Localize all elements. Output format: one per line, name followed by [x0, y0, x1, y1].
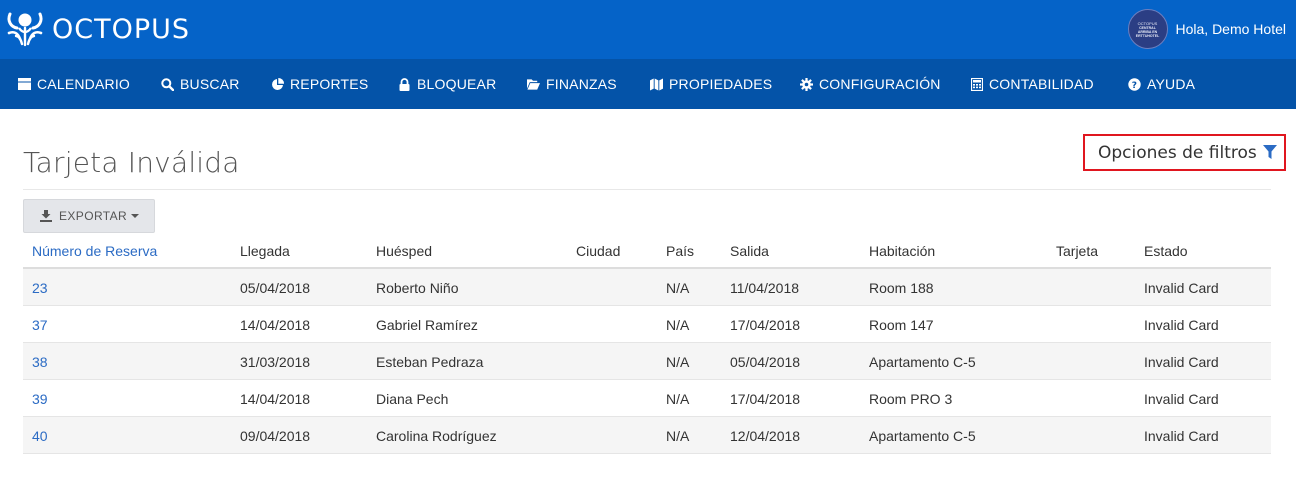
- search-icon: [161, 77, 174, 91]
- column-header-pais: País: [666, 242, 695, 259]
- main-nav: CALENDARIO BUSCAR REPORTES BLOQUEAR FINA…: [0, 59, 1296, 109]
- table-row: 37 14/04/2018 Gabriel Ramírez N/A 17/04/…: [23, 306, 1271, 343]
- nav-item-buscar[interactable]: BUSCAR: [161, 59, 240, 109]
- page-title: Tarjeta Inválida: [23, 146, 240, 179]
- status: Invalid Card: [1144, 390, 1219, 407]
- avatar-line: ERTTUHOTEL: [1135, 33, 1160, 38]
- table-header: Número de Reserva Llegada Huésped Ciudad…: [23, 232, 1271, 269]
- guest-name: Gabriel Ramírez: [376, 316, 478, 333]
- column-header-habitacion: Habitación: [869, 242, 936, 259]
- map-icon: [650, 77, 663, 91]
- chevron-down-icon: [131, 214, 140, 218]
- nav-label: CONFIGURACIÓN: [819, 76, 941, 92]
- status: Invalid Card: [1144, 279, 1219, 296]
- header-divider: [23, 189, 1271, 190]
- nav-label: CONTABILIDAD: [989, 76, 1094, 92]
- reservation-number-link[interactable]: 39: [32, 380, 48, 417]
- download-icon: [40, 210, 52, 222]
- column-header-llegada: Llegada: [240, 242, 290, 259]
- room: Room PRO 3: [869, 390, 953, 407]
- folder-open-icon: [527, 78, 540, 91]
- arrival-date: 05/04/2018: [240, 279, 311, 296]
- avatar[interactable]: OCTOPUS CENTRAL ARRIBA EN ERTTUHOTEL: [1127, 9, 1168, 49]
- arrival-date: 09/04/2018: [240, 427, 311, 444]
- column-header-numero-reserva[interactable]: Número de Reserva: [32, 232, 157, 269]
- user-menu[interactable]: OCTOPUS CENTRAL ARRIBA EN ERTTUHOTEL Hol…: [1127, 8, 1287, 50]
- nav-label: REPORTES: [290, 76, 369, 92]
- departure-date: 12/04/2018: [730, 427, 801, 444]
- column-header-huesped: Huésped: [376, 242, 433, 259]
- guest-name: Roberto Niño: [376, 279, 459, 296]
- guest-name: Carolina Rodríguez: [376, 427, 497, 444]
- reservation-number-link[interactable]: 40: [32, 417, 48, 454]
- table-row: 40 09/04/2018 Carolina Rodríguez N/A 12/…: [23, 417, 1271, 454]
- gear-icon: [800, 77, 813, 91]
- arrival-date: 31/03/2018: [240, 353, 311, 370]
- room: Apartamento C-5: [869, 427, 976, 444]
- column-header-tarjeta: Tarjeta: [1056, 242, 1099, 259]
- filter-options-label: Opciones de filtros: [1098, 142, 1257, 163]
- table-row: 38 31/03/2018 Esteban Pedraza N/A 05/04/…: [23, 343, 1271, 380]
- country: N/A: [666, 279, 690, 296]
- guest-name: Esteban Pedraza: [376, 353, 484, 370]
- invalid-card-table: Número de Reserva Llegada Huésped Ciudad…: [23, 232, 1271, 454]
- lock-icon: [398, 77, 411, 91]
- nav-label: CALENDARIO: [37, 76, 131, 92]
- reservation-number-link[interactable]: 23: [32, 269, 48, 306]
- pie-chart-icon: [271, 77, 284, 91]
- departure-date: 17/04/2018: [730, 390, 801, 407]
- departure-date: 05/04/2018: [730, 353, 801, 370]
- room: Room 188: [869, 279, 934, 296]
- country: N/A: [666, 427, 690, 444]
- reservation-number-link[interactable]: 37: [32, 306, 48, 343]
- export-dropdown-button[interactable]: EXPORTAR: [23, 199, 155, 233]
- table-row: 39 14/04/2018 Diana Pech N/A 17/04/2018 …: [23, 380, 1271, 417]
- departure-date: 11/04/2018: [730, 279, 800, 296]
- filter-icon: [1262, 145, 1277, 160]
- nav-item-propiedades[interactable]: PROPIEDADES: [650, 59, 772, 109]
- arrival-date: 14/04/2018: [240, 390, 311, 407]
- filter-options-button[interactable]: Opciones de filtros: [1083, 134, 1286, 171]
- nav-item-calendario[interactable]: CALENDARIO: [18, 59, 130, 109]
- column-header-ciudad: Ciudad: [576, 242, 621, 259]
- logo-text: OCTOPUS: [52, 13, 191, 45]
- export-label: EXPORTAR: [59, 209, 128, 223]
- octopus-logo-icon: [6, 11, 44, 47]
- column-header-salida: Salida: [730, 242, 769, 259]
- status: Invalid Card: [1144, 316, 1219, 333]
- arrival-date: 14/04/2018: [240, 316, 311, 333]
- calculator-icon: [970, 77, 983, 91]
- nav-item-ayuda[interactable]: ? AYUDA: [1128, 59, 1195, 109]
- status: Invalid Card: [1144, 353, 1219, 370]
- column-header-estado: Estado: [1144, 242, 1188, 259]
- top-bar: OCTOPUS OCTOPUS CENTRAL ARRIBA EN ERTTUH…: [0, 0, 1296, 59]
- departure-date: 17/04/2018: [730, 316, 801, 333]
- nav-item-finanzas[interactable]: FINANZAS: [527, 59, 617, 109]
- reservation-number-link[interactable]: 38: [32, 343, 48, 380]
- nav-label: AYUDA: [1147, 76, 1196, 92]
- country: N/A: [666, 390, 690, 407]
- calendar-icon: [18, 78, 31, 91]
- status: Invalid Card: [1144, 427, 1219, 444]
- room: Room 147: [869, 316, 934, 333]
- octopus-logo[interactable]: OCTOPUS: [6, 10, 190, 48]
- nav-item-bloquear[interactable]: BLOQUEAR: [398, 59, 496, 109]
- room: Apartamento C-5: [869, 353, 976, 370]
- question-icon: ?: [1128, 77, 1141, 91]
- nav-label: BLOQUEAR: [417, 76, 497, 92]
- user-greeting[interactable]: Hola, Demo Hotel: [1176, 21, 1287, 37]
- nav-label: BUSCAR: [180, 76, 240, 92]
- nav-item-reportes[interactable]: REPORTES: [271, 59, 368, 109]
- table-row: 23 05/04/2018 Roberto Niño N/A 11/04/201…: [23, 269, 1271, 306]
- country: N/A: [666, 353, 690, 370]
- guest-name: Diana Pech: [376, 390, 449, 407]
- nav-label: PROPIEDADES: [669, 76, 773, 92]
- nav-label: FINANZAS: [546, 76, 617, 92]
- svg-text:?: ?: [1132, 81, 1137, 91]
- nav-item-contabilidad[interactable]: CONTABILIDAD: [970, 59, 1094, 109]
- country: N/A: [666, 316, 690, 333]
- nav-item-configuracion[interactable]: CONFIGURACIÓN: [800, 59, 941, 109]
